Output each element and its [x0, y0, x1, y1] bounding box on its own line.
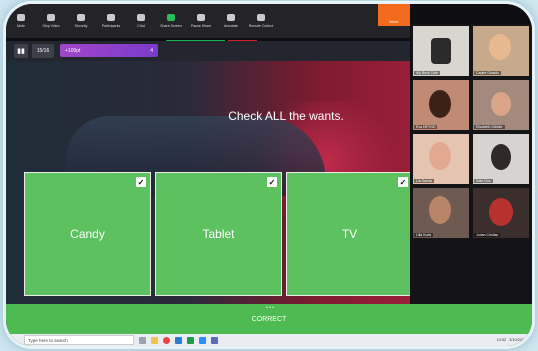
game-stage: Check ALL the wants. Candy ✓ Tablet ✓ TV… [6, 61, 410, 304]
answer-card-tablet[interactable]: Tablet ✓ [155, 172, 282, 296]
participants-button[interactable]: Participants [96, 4, 126, 38]
chat-icon [137, 14, 145, 21]
teams-icon[interactable] [211, 336, 218, 344]
answer-card-tv[interactable]: TV ✓ [286, 172, 410, 296]
pause-share-button[interactable]: Pause Share [186, 4, 216, 38]
menu-icon: ▮▮ [17, 48, 25, 55]
answer-label: TV [341, 227, 358, 241]
chrome-icon[interactable] [163, 336, 170, 344]
face-image [429, 196, 451, 224]
participant-tile[interactable]: Jurian Cristian [473, 188, 529, 238]
face-image [491, 92, 511, 116]
question-text: Check ALL the wants. [228, 109, 344, 123]
camera-icon [47, 14, 55, 21]
participant-tile[interactable]: Kate Gos [473, 134, 529, 184]
task-view-icon[interactable] [139, 336, 146, 344]
pen-icon [227, 14, 235, 21]
answer-label: Candy [70, 227, 105, 241]
face-image [429, 142, 451, 170]
participant-tile[interactable]: Eva HEYNO [413, 80, 469, 130]
zoom-app-icon[interactable] [199, 336, 206, 344]
taskbar-search-box[interactable]: Type here to search [24, 335, 134, 345]
pager-dots: • • • [266, 305, 275, 311]
tray-date: 3/10/2021 [509, 338, 526, 342]
participant-tile[interactable]: Cadee Giraldo [473, 26, 529, 76]
tray-time: 10:52 [496, 338, 507, 342]
participant-tile[interactable]: Aly Buck Cole [413, 26, 469, 76]
face-image [429, 90, 451, 118]
screen-frame: Mute Stop Video Security Participants Ch… [6, 4, 532, 346]
face-image [491, 144, 511, 170]
zoom-toolbar: Mute Stop Video Security Participants Ch… [6, 4, 410, 38]
mute-button[interactable]: Mute [6, 4, 36, 38]
participant-tile[interactable]: Lilia Kuris [413, 188, 469, 238]
participant-tile[interactable]: Lia Garcia [413, 134, 469, 184]
result-text: CORRECT [251, 315, 287, 323]
score-streak: 4 [150, 47, 153, 54]
system-tray: 10:52 3/10/2021 [497, 338, 526, 342]
face-image [489, 34, 511, 60]
windows-taskbar: Type here to search 10:52 3/10/2021 [6, 334, 532, 346]
score-points: +100pt [65, 47, 81, 54]
game-top-bar: ▮▮ 15/16 +100pt 4 [6, 41, 410, 61]
chair-image [431, 38, 451, 64]
score-bar: +100pt 4 [60, 44, 158, 57]
mail-icon[interactable] [175, 336, 182, 344]
answer-card-candy[interactable]: Candy ✓ [24, 172, 151, 296]
pause-icon [197, 14, 205, 21]
security-button[interactable]: Security [66, 4, 96, 38]
checkbox-checked-icon[interactable]: ✓ [267, 177, 277, 187]
share-screen-button[interactable]: Share Screen [156, 4, 186, 38]
video-gallery: Aly Buck Cole Cadee Giraldo Eva HEYNO El… [411, 24, 532, 304]
stop-video-button[interactable]: Stop Video [36, 4, 66, 38]
share-icon [167, 14, 175, 21]
remote-icon [257, 14, 265, 21]
game-menu-button[interactable]: ▮▮ [14, 44, 28, 58]
microphone-icon [17, 14, 25, 21]
excel-icon[interactable] [187, 336, 194, 344]
checkbox-checked-icon[interactable]: ✓ [136, 177, 146, 187]
people-icon [107, 14, 115, 21]
chat-button[interactable]: Chat [126, 4, 156, 38]
remote-control-button[interactable]: Remote Control [246, 4, 276, 38]
question-counter: 15/16 [32, 44, 54, 58]
annotate-button[interactable]: Annotate [216, 4, 246, 38]
result-bar[interactable]: • • • CORRECT [6, 304, 532, 334]
shield-icon [77, 14, 85, 21]
file-explorer-icon[interactable] [151, 336, 158, 344]
answer-label: Tablet [202, 227, 235, 241]
face-image [489, 198, 513, 226]
more-button[interactable]: More [378, 4, 410, 26]
participant-tile[interactable]: Elizabeth Gibbler [473, 80, 529, 130]
checkbox-checked-icon[interactable]: ✓ [398, 177, 408, 187]
